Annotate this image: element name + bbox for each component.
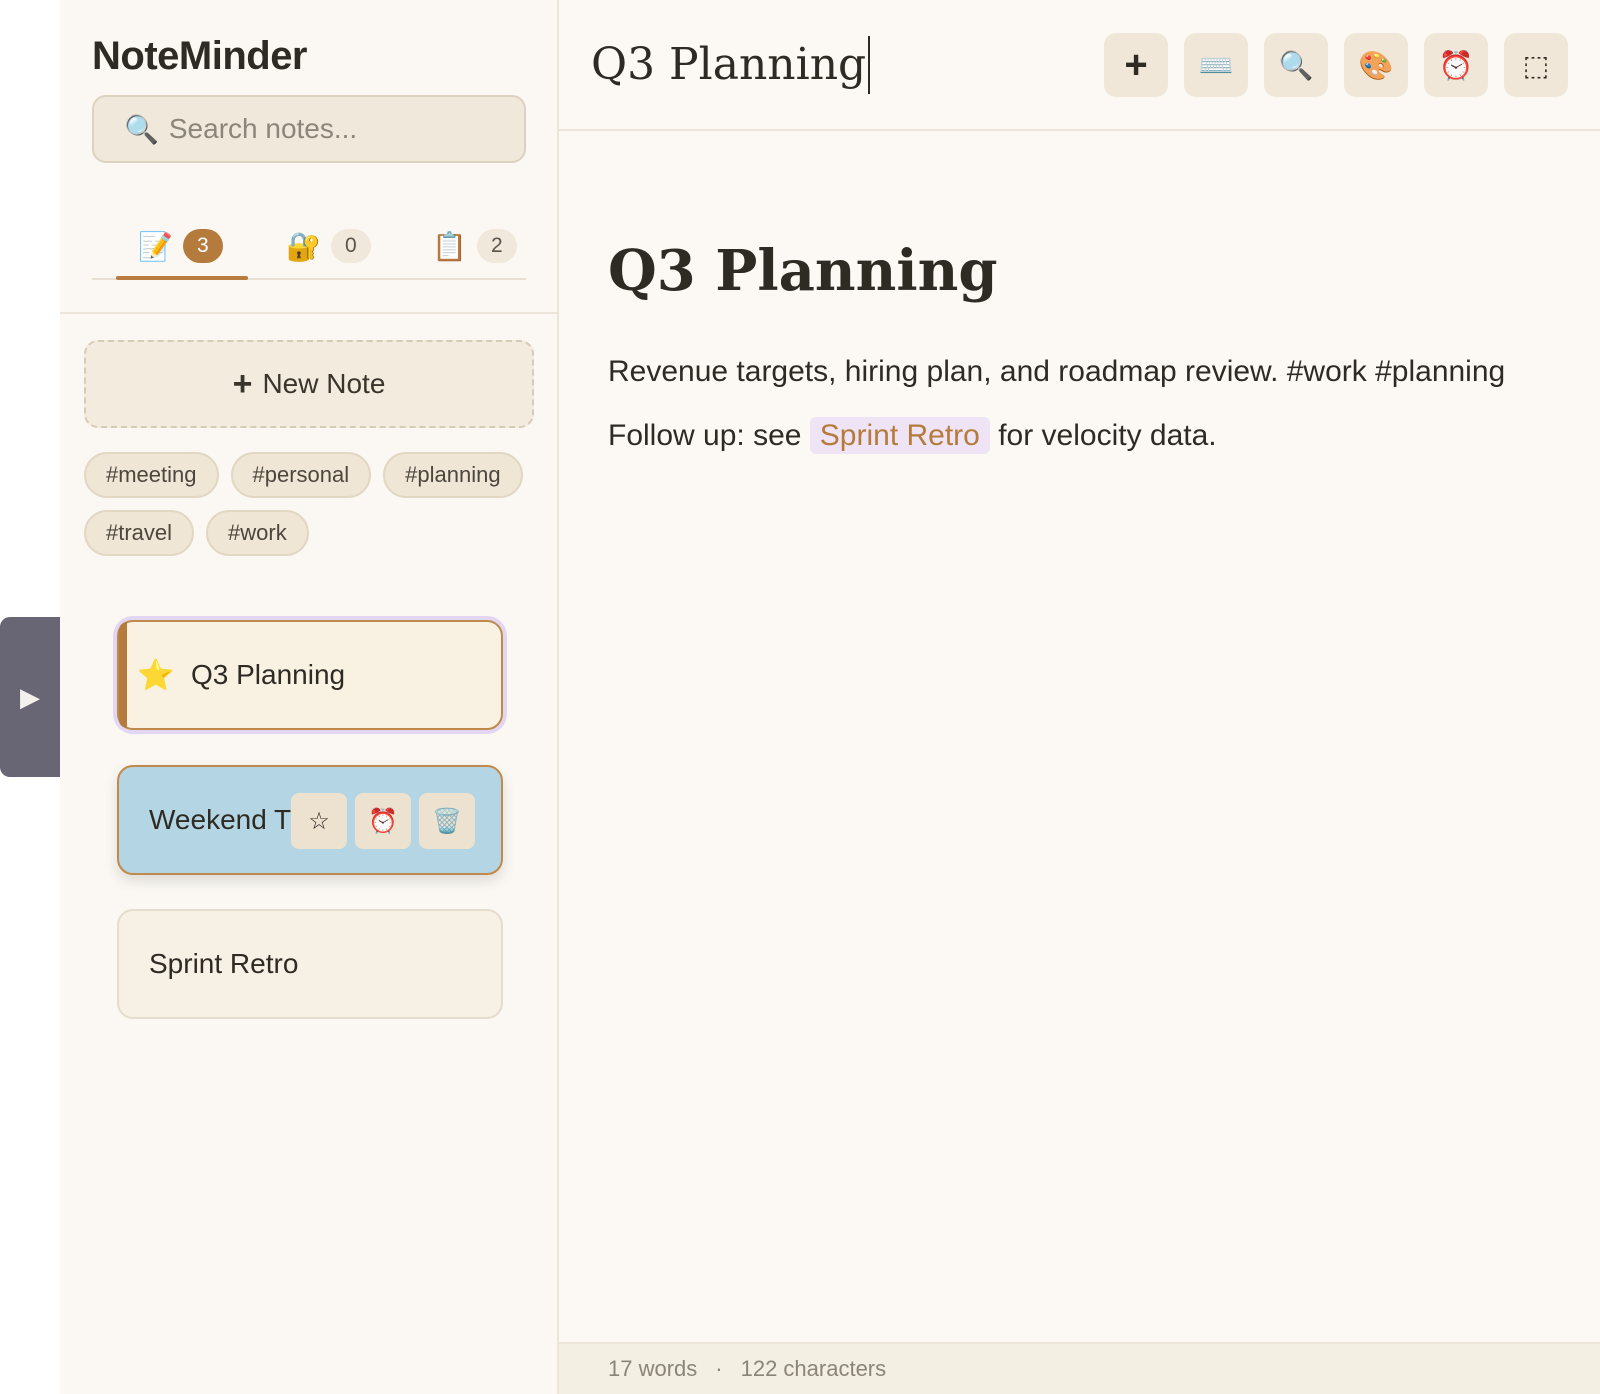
note-heading: Q3 Planning (608, 238, 998, 304)
search-input[interactable]: 🔍 Search notes... (92, 95, 526, 163)
active-tab-indicator (116, 276, 248, 280)
plus-icon: + (232, 364, 253, 403)
note-title: Q3 Planning (191, 659, 346, 690)
tag-chip[interactable]: #personal (230, 452, 372, 498)
play-icon: ▶ (20, 681, 40, 712)
trash-icon[interactable]: 🗑️ (419, 793, 475, 849)
alarm-clock-icon: ⏰ (1438, 49, 1474, 81)
editor-toolbar: Q3 Planning + ⌨️ 🔍 🎨 ⏰ ⬚ (559, 0, 1600, 131)
divider (60, 312, 559, 314)
tag-chip[interactable]: #work (206, 510, 309, 556)
new-note-label: New Note (262, 368, 386, 399)
editor-pane: Q3 Planning + ⌨️ 🔍 🎨 ⏰ ⬚ Q3 Planning Rev… (559, 0, 1600, 1394)
note-body-line: Revenue targets, hiring plan, and roadma… (608, 355, 1506, 388)
note-body-line: Follow up: see Sprint Retro for velocity… (608, 417, 1217, 454)
note-tabs: 📝 3 🔐 0 📋 2 (92, 210, 526, 280)
body-text: for velocity data. (989, 419, 1217, 452)
tab-notes[interactable]: 📝 3 (138, 218, 223, 274)
reminder-button[interactable]: ⏰ (1424, 33, 1488, 97)
note-card-weekend-trip[interactable]: Weekend Trip ☆ ⏰ 🗑️ (117, 765, 503, 875)
note-title-input[interactable]: Q3 Planning (591, 36, 871, 94)
palette-icon: 🎨 (1358, 49, 1394, 81)
tab-clipboard[interactable]: 📋 2 (432, 218, 517, 274)
tab-count-badge: 3 (182, 229, 223, 263)
note-card-q3-planning[interactable]: ⭐ Q3 Planning (117, 620, 503, 730)
status-bar: 17 words · 122 characters (559, 1342, 1600, 1394)
status-separator: · (715, 1356, 723, 1381)
tag-chip[interactable]: #planning (383, 452, 523, 498)
word-count: 17 words (608, 1356, 698, 1381)
lock-icon: 🔐 (286, 230, 321, 262)
app-window: ▶ NoteMinder 🔍 Search notes... 📝 3 🔐 0 📋… (0, 0, 1600, 1394)
magnifier-icon: 🔍 (124, 113, 159, 145)
magnifier-icon: 🔍 (1278, 49, 1314, 81)
alarm-clock-icon[interactable]: ⏰ (355, 793, 411, 849)
app-title: NoteMinder (92, 34, 308, 78)
add-button[interactable]: + (1104, 33, 1168, 97)
star-outline-icon[interactable]: ☆ (291, 793, 347, 849)
tab-count-badge: 0 (330, 229, 371, 263)
tag-list: #meeting #personal #planning #travel #wo… (84, 452, 534, 556)
new-note-button[interactable]: + New Note (84, 340, 534, 428)
tab-locked[interactable]: 🔐 0 (286, 218, 371, 274)
tag-chip[interactable]: #meeting (84, 452, 219, 498)
star-icon: ⭐ (137, 658, 175, 692)
note-link[interactable]: Sprint Retro (809, 417, 990, 454)
sidebar-toggle-button[interactable]: ▶ (0, 617, 60, 777)
note-card-sprint-retro[interactable]: Sprint Retro (117, 909, 503, 1019)
layout-button[interactable]: ⬚ (1504, 33, 1568, 97)
panel-icon: ⬚ (1522, 49, 1550, 81)
note-title: Sprint Retro (149, 948, 299, 979)
body-text: Follow up: see (608, 419, 810, 452)
note-card-actions: ☆ ⏰ 🗑️ (291, 793, 475, 849)
character-count: 122 characters (740, 1356, 887, 1381)
sidebar: NoteMinder 🔍 Search notes... 📝 3 🔐 0 📋 2… (60, 0, 559, 1394)
color-button[interactable]: 🎨 (1344, 33, 1408, 97)
memo-icon: 📝 (138, 230, 173, 262)
tag-chip[interactable]: #travel (84, 510, 195, 556)
search-placeholder: Search notes... (168, 113, 358, 144)
keyboard-shortcuts-button[interactable]: ⌨️ (1184, 33, 1248, 97)
plus-icon: + (1124, 42, 1148, 87)
tab-count-badge: 2 (476, 229, 517, 263)
search-button[interactable]: 🔍 (1264, 33, 1328, 97)
selected-accent-bar (119, 622, 127, 728)
keyboard-icon: ⌨️ (1198, 49, 1234, 81)
clipboard-icon: 📋 (432, 230, 467, 262)
